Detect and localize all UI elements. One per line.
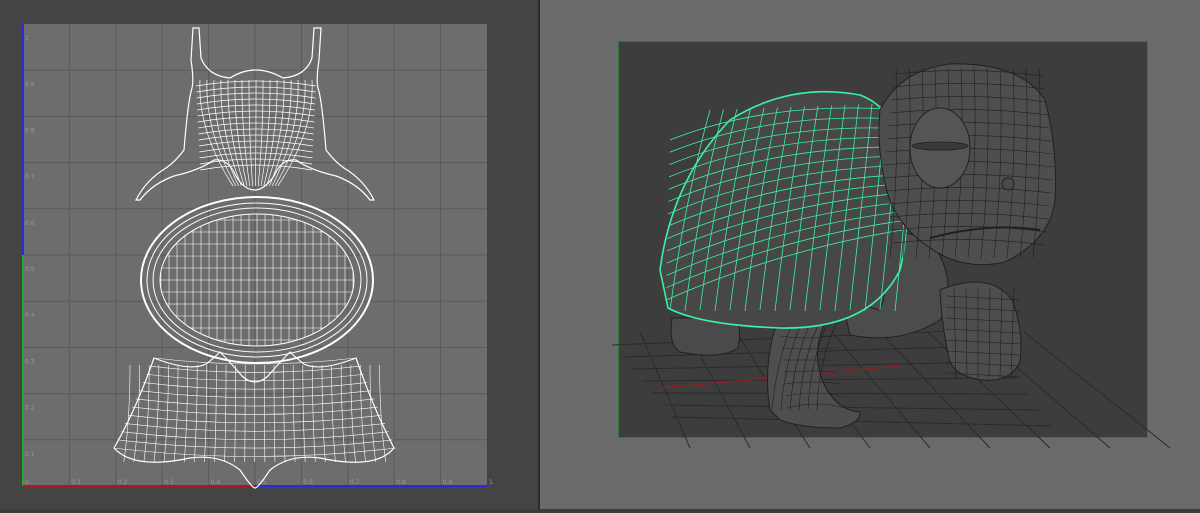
- ground-grid-line: [662, 405, 1040, 410]
- uv-tick-x: 0.1: [71, 479, 81, 486]
- turtle-shell-selected[interactable]: [660, 92, 913, 328]
- viewport-canvas[interactable]: [540, 0, 1200, 509]
- uv-tick-y: 0.9: [25, 81, 35, 88]
- uv-tick-y: 0.3: [25, 358, 35, 365]
- uv-editor-canvas[interactable]: 0 0.1 0.2 0.3 0.4 0.5 0.6 0.7 0.8 0.9 1 0.1 0.2 0.3 0.…: [0, 0, 538, 509]
- uv-tick-y: 0.4: [25, 312, 35, 319]
- uv-tick-y: 0.6: [25, 220, 35, 227]
- turtle-head: [879, 64, 1056, 265]
- uv-tick-x: 0.9: [443, 479, 453, 486]
- uv-tick-x: 0.8: [396, 479, 406, 486]
- uv-tick-x: 0.4: [211, 479, 221, 486]
- ground-grid-line: [652, 393, 1028, 394]
- uv-tick-x: 0.6: [303, 479, 313, 486]
- uv-tick-x: 0.2: [118, 479, 128, 486]
- uv-editor-panel[interactable]: 0 0.1 0.2 0.3 0.4 0.5 0.6 0.7 0.8 0.9 1 0.1 0.2 0.3 0.…: [0, 0, 538, 509]
- uv-tick-x: 0: [25, 479, 29, 486]
- ground-grid-line: [672, 417, 1052, 426]
- back-right-leg: [940, 282, 1021, 380]
- uv-tick-y: 1: [25, 35, 29, 42]
- eye-lid: [912, 142, 968, 150]
- uv-tick-y: 0.8: [25, 127, 35, 134]
- ground-grid-line: [642, 378, 1016, 381]
- ground-grid-line: [1024, 332, 1170, 448]
- uv-tick-y: 0.7: [25, 174, 35, 181]
- uv-tick-y: 0.5: [25, 266, 35, 273]
- nostril: [1002, 178, 1014, 190]
- uv-tick-y: 0.2: [25, 405, 35, 412]
- uv-tick-y: 0.1: [25, 451, 35, 458]
- uv-tick-x: 0.7: [350, 479, 360, 486]
- uv-tick-x: 1: [489, 479, 493, 486]
- uv-tick-x: 0.3: [164, 479, 174, 486]
- shell-top-shell[interactable]: [141, 197, 373, 363]
